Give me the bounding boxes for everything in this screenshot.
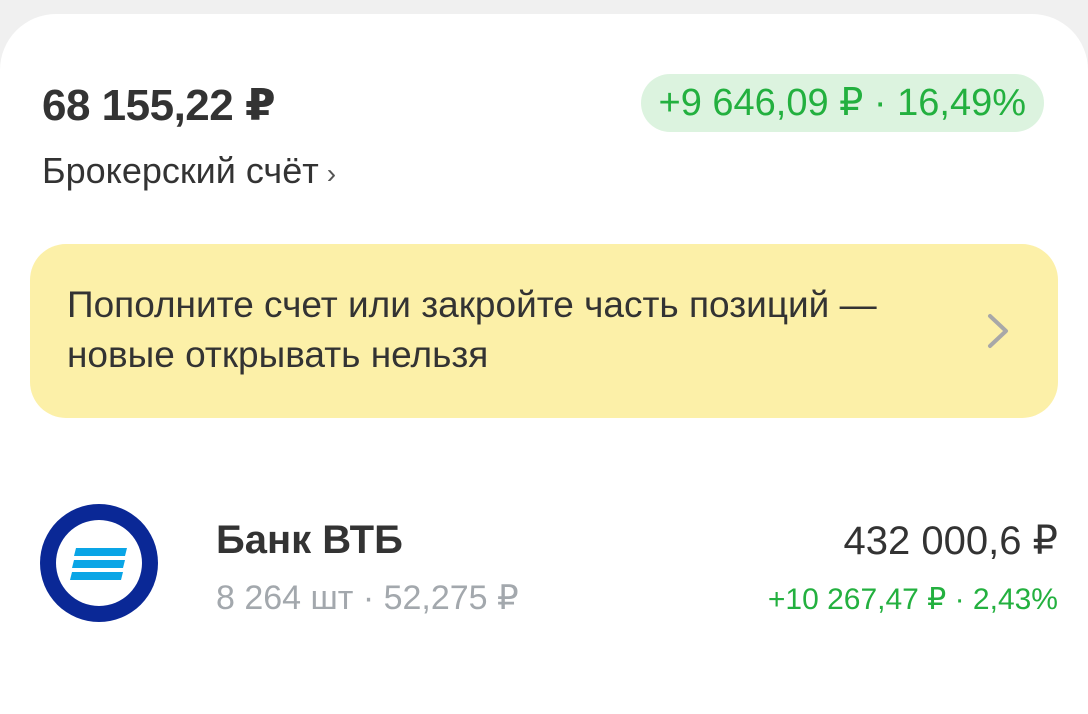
chevron-right-small-icon: › [326,158,337,189]
chevron-right-icon [988,314,1008,348]
position-name: Банк ВТБ [216,518,403,562]
portfolio-card: 68 155,22 ₽ +9 646,09 ₽ · 16,49% Брокерс… [0,14,1088,714]
position-row-vtb[interactable]: Банк ВТБ 8 264 шт · 52,275 ₽ 432 000,6 ₽… [0,494,1088,644]
brokerage-account-link[interactable]: Брокерский счёт › [42,150,336,192]
margin-warning-text: Пополните счет или закройте часть позици… [67,284,877,375]
brokerage-account-label: Брокерский счёт [42,150,319,191]
position-value: 432 000,6 ₽ [843,519,1058,563]
position-profit: +10 267,47 ₽ · 2,43% [767,583,1058,616]
portfolio-balance: 68 155,22 ₽ [42,81,276,130]
margin-warning-banner[interactable]: Пополните счет или закройте часть позици… [30,244,1058,418]
portfolio-profit-badge: +9 646,09 ₽ · 16,49% [640,74,1044,132]
vtb-logo-icon [40,504,158,622]
position-quantity-price: 8 264 шт · 52,275 ₽ [216,579,519,617]
